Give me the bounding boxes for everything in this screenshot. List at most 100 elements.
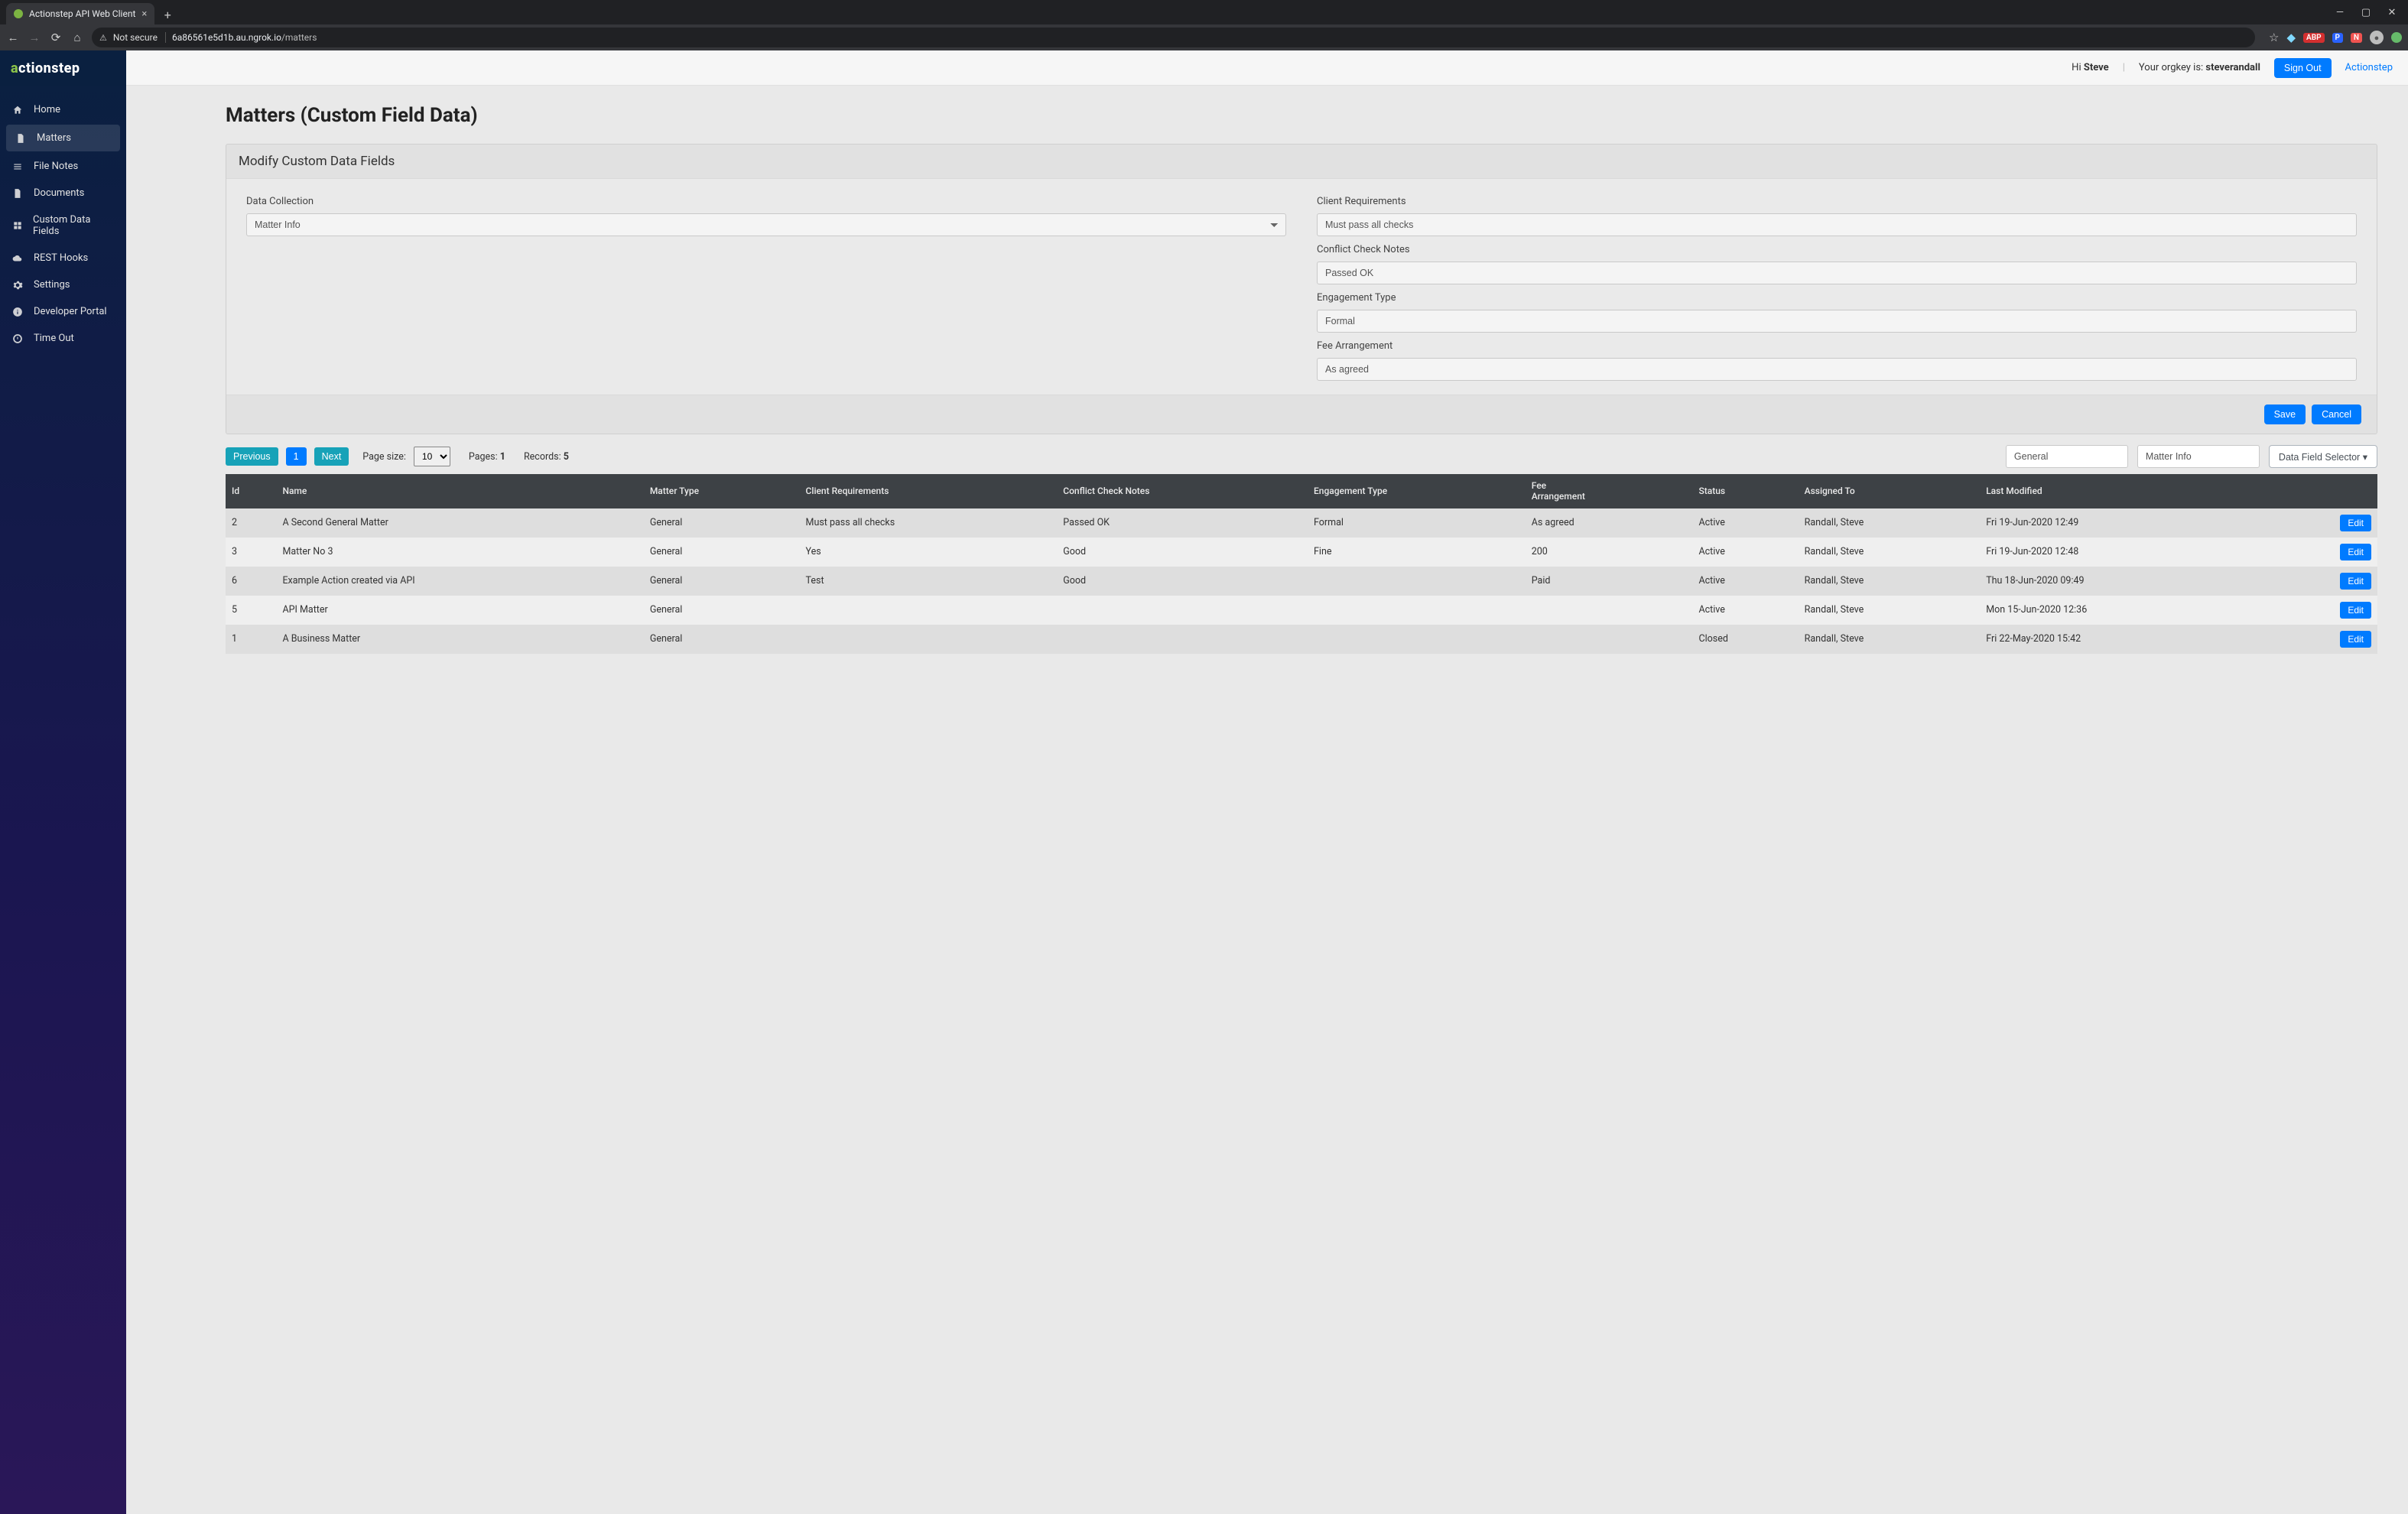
conflict-check-input[interactable] xyxy=(1317,262,2357,284)
table-cell: Good xyxy=(1057,567,1308,596)
new-tab-button[interactable]: + xyxy=(159,6,176,23)
cancel-button[interactable]: Cancel xyxy=(2312,404,2361,424)
table-cell: A Business Matter xyxy=(276,625,643,654)
table-cell: Yes xyxy=(800,538,1058,567)
edit-button[interactable]: Edit xyxy=(2340,631,2371,648)
nav-home-icon[interactable]: ⌂ xyxy=(70,31,84,44)
th-conflict[interactable]: Conflict Check Notes xyxy=(1057,474,1308,508)
table-cell: Thu 18-Jun-2020 09:49 xyxy=(1980,567,2267,596)
table-cell: 200 xyxy=(1526,538,1693,567)
table-cell: General xyxy=(644,625,800,654)
table-cell: Fine xyxy=(1308,538,1526,567)
th-engagement[interactable]: Engagement Type xyxy=(1308,474,1526,508)
pager-prev-button[interactable]: Previous xyxy=(226,447,278,466)
sidebar-item-home[interactable]: Home xyxy=(0,96,126,123)
table-cell: Fri 22-May-2020 15:42 xyxy=(1980,625,2267,654)
extension-green-dot-icon[interactable] xyxy=(2391,32,2402,43)
edit-button[interactable]: Edit xyxy=(2340,602,2371,619)
sidebar-item-devportal[interactable]: Developer Portal xyxy=(0,298,126,325)
brand-link[interactable]: Actionstep xyxy=(2345,62,2393,73)
table-cell-actions: Edit xyxy=(2267,538,2377,567)
table-cell: Randall, Steve xyxy=(1799,625,1981,654)
sidebar-item-label: Settings xyxy=(34,279,70,291)
tab-close-icon[interactable]: × xyxy=(141,8,147,20)
sidebar-item-documents[interactable]: Documents xyxy=(0,180,126,206)
extension-n-icon[interactable]: N xyxy=(2351,33,2362,43)
page-size-select[interactable]: 10 xyxy=(414,447,450,466)
table-cell xyxy=(1057,596,1308,625)
edit-button[interactable]: Edit xyxy=(2340,544,2371,560)
engagement-type-input[interactable] xyxy=(1317,310,2357,333)
sidebar-item-settings[interactable]: Settings xyxy=(0,271,126,298)
brand-logo[interactable]: actionstep xyxy=(0,50,126,86)
pager-page-1-button[interactable]: 1 xyxy=(286,447,307,466)
sidebar-item-timeout[interactable]: Time Out xyxy=(0,325,126,352)
table-body: 2A Second General MatterGeneralMust pass… xyxy=(226,508,2377,654)
table-row: 5API MatterGeneralActiveRandall, SteveMo… xyxy=(226,596,2377,625)
table-cell: Fri 19-Jun-2020 12:48 xyxy=(1980,538,2267,567)
signout-button[interactable]: Sign Out xyxy=(2274,58,2332,78)
nav-back-icon[interactable]: ← xyxy=(6,31,20,44)
data-field-selector-button[interactable]: Data Field Selector ▾ xyxy=(2269,445,2377,468)
client-requirements-label: Client Requirements xyxy=(1317,196,2357,207)
window-minimize-icon[interactable]: — xyxy=(2335,7,2345,18)
nav-forward-icon[interactable]: → xyxy=(28,31,41,44)
th-mattertype[interactable]: Matter Type xyxy=(644,474,800,508)
th-clientreq[interactable]: Client Requirements xyxy=(800,474,1058,508)
topbar-sep: | xyxy=(2123,62,2125,73)
engagement-type-label: Engagement Type xyxy=(1317,292,2357,304)
th-id[interactable]: Id xyxy=(226,474,276,508)
table-cell xyxy=(1526,625,1693,654)
browser-tab[interactable]: Actionstep API Web Client × xyxy=(6,3,154,24)
table-cell xyxy=(1308,596,1526,625)
sidebar-item-filenotes[interactable]: File Notes xyxy=(0,153,126,180)
tab-title: Actionstep API Web Client xyxy=(29,8,135,19)
table-cell: Randall, Steve xyxy=(1799,596,1981,625)
page-title: Matters (Custom Field Data) xyxy=(226,104,2377,127)
edit-button[interactable]: Edit xyxy=(2340,515,2371,531)
sidebar-item-resthooks[interactable]: REST Hooks xyxy=(0,245,126,271)
url-text: 6a86561e5d1b.au.ngrok.io/matters xyxy=(172,32,317,43)
extension-abp-icon[interactable]: ABP xyxy=(2303,33,2324,43)
window-maximize-icon[interactable]: ▢ xyxy=(2361,7,2371,18)
th-modified[interactable]: Last Modified xyxy=(1980,474,2267,508)
pager-next-button[interactable]: Next xyxy=(314,447,349,466)
table-cell: Active xyxy=(1692,596,1798,625)
table-cell: Test xyxy=(800,567,1058,596)
data-collection-select[interactable]: Matter Info xyxy=(246,213,1286,236)
th-status[interactable]: Status xyxy=(1692,474,1798,508)
table-row: 6Example Action created via APIGeneralTe… xyxy=(226,567,2377,596)
grid-icon xyxy=(12,220,24,231)
table-cell: Active xyxy=(1692,538,1798,567)
client-requirements-input[interactable] xyxy=(1317,213,2357,236)
table-cell: Formal xyxy=(1308,508,1526,538)
edit-button[interactable]: Edit xyxy=(2340,573,2371,590)
table-cell xyxy=(1057,625,1308,654)
conflict-check-label: Conflict Check Notes xyxy=(1317,244,2357,255)
th-fee[interactable]: Fee Arrangement xyxy=(1526,474,1693,508)
table-cell: Matter No 3 xyxy=(276,538,643,567)
sidebar-item-label: REST Hooks xyxy=(34,252,88,264)
topbar: Hi Steve | Your orgkey is: steverandall … xyxy=(126,50,2408,86)
profile-avatar-icon[interactable]: ● xyxy=(2370,31,2384,44)
filter-mattertype-select[interactable]: General xyxy=(2006,445,2128,468)
th-assigned[interactable]: Assigned To xyxy=(1799,474,1981,508)
save-button[interactable]: Save xyxy=(2264,404,2306,424)
window-close-icon[interactable]: ✕ xyxy=(2387,7,2397,18)
table-cell-actions: Edit xyxy=(2267,508,2377,538)
extension-p-icon[interactable]: P xyxy=(2332,33,2343,43)
bookmark-star-icon[interactable]: ☆ xyxy=(2269,31,2279,44)
extension-diamond-icon[interactable]: ◆ xyxy=(2287,31,2296,44)
sidebar-item-customdata[interactable]: Custom Data Fields xyxy=(0,206,126,245)
table-cell: Paid xyxy=(1526,567,1693,596)
address-bar[interactable]: ⚠ Not secure 6a86561e5d1b.au.ngrok.io/ma… xyxy=(92,28,2255,47)
sidebar-item-matters[interactable]: Matters xyxy=(6,125,120,151)
filter-collection-select[interactable]: Matter Info xyxy=(2137,445,2260,468)
page-size-label: Page size: xyxy=(362,451,406,463)
th-name[interactable]: Name xyxy=(276,474,643,508)
table-toolbar: Previous 1 Next Page size: 10 Pages: 1 R… xyxy=(226,445,2377,468)
sidebar-item-label: Time Out xyxy=(34,333,74,344)
card-header: Modify Custom Data Fields xyxy=(226,145,2377,178)
fee-arrangement-input[interactable] xyxy=(1317,358,2357,381)
nav-reload-icon[interactable]: ⟳ xyxy=(49,31,63,44)
